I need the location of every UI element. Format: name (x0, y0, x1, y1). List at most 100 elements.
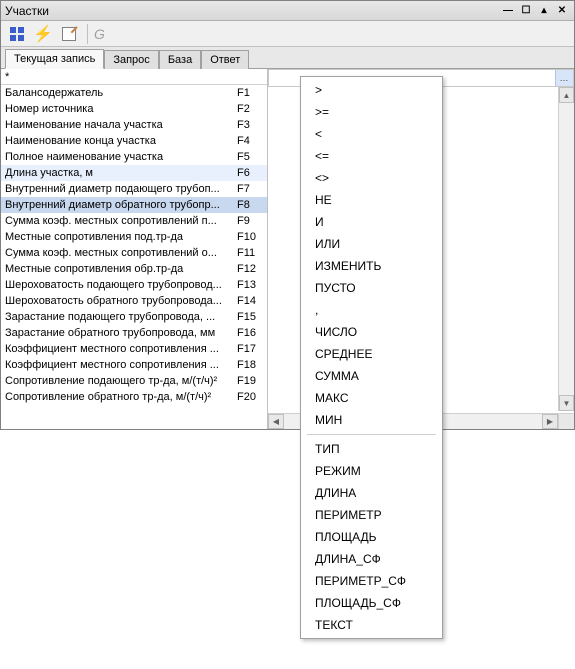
minimize-button[interactable]: — (500, 4, 516, 18)
menu-item[interactable]: НЕ (301, 189, 442, 211)
scroll-up-button[interactable]: ▲ (559, 87, 574, 103)
field-row[interactable]: Местные сопротивления обр.тр-даF12 (1, 261, 267, 277)
scroll-down-button[interactable]: ▼ (559, 395, 574, 411)
menu-item[interactable]: СРЕДНЕЕ (301, 343, 442, 365)
fields-header-row: * (1, 69, 267, 85)
menu-item[interactable]: МИН (301, 409, 442, 431)
edit-button[interactable] (57, 23, 81, 45)
lightning-icon: ⚡ (33, 24, 53, 44)
field-id: F13 (237, 277, 267, 293)
menu-item[interactable]: ТИП (301, 438, 442, 460)
field-name: Сумма коэф. местных сопротивлений п... (1, 213, 237, 229)
field-row[interactable]: Сопротивление обратного тр-да, м/(т/ч)²F… (1, 389, 267, 405)
operator-context-menu: >>=<<=<>НЕИИЛИИЗМЕНИТЬПУСТО,ЧИСЛОСРЕДНЕЕ… (300, 76, 443, 639)
ellipsis-button[interactable]: … (555, 70, 573, 86)
tab-base[interactable]: База (159, 50, 201, 69)
menu-item[interactable]: < (301, 123, 442, 145)
field-row[interactable]: Сопротивление подающего тр-да, м/(т/ч)²F… (1, 373, 267, 389)
field-id: F12 (237, 261, 267, 277)
field-row[interactable]: Коэффициент местного сопротивления ...F1… (1, 341, 267, 357)
field-name: Длина участка, м (1, 165, 237, 181)
menu-item[interactable]: ДЛИНА (301, 482, 442, 504)
field-name: Сопротивление обратного тр-да, м/(т/ч)² (1, 389, 237, 405)
field-row[interactable]: Шероховатость подающего трубопровод...F1… (1, 277, 267, 293)
tab-answer[interactable]: Ответ (201, 50, 249, 69)
field-row[interactable]: Местные сопротивления под.тр-даF10 (1, 229, 267, 245)
field-id: F10 (237, 229, 267, 245)
field-id: F9 (237, 213, 267, 229)
field-name: Шероховатость подающего трубопровод... (1, 277, 237, 293)
field-name: Наименование конца участка (1, 133, 237, 149)
menu-item[interactable]: ПУСТО (301, 277, 442, 299)
field-row[interactable]: Зарастание подающего трубопровода, ...F1… (1, 309, 267, 325)
field-id: F15 (237, 309, 267, 325)
field-row[interactable]: Полное наименование участкаF5 (1, 149, 267, 165)
menu-item[interactable]: <= (301, 145, 442, 167)
field-row[interactable]: Сумма коэф. местных сопротивлений о...F1… (1, 245, 267, 261)
menu-item[interactable]: , (301, 299, 442, 321)
field-id: F7 (237, 181, 267, 197)
menu-item[interactable]: ПЕРИМЕТР_СФ (301, 570, 442, 592)
field-row[interactable]: Наименование начала участкаF3 (1, 117, 267, 133)
field-name: Наименование начала участка (1, 117, 237, 133)
field-id: F17 (237, 341, 267, 357)
menu-item[interactable]: РЕЖИМ (301, 460, 442, 482)
field-name: Шероховатость обратного трубопровода... (1, 293, 237, 309)
field-id: F4 (237, 133, 267, 149)
field-name: Сумма коэф. местных сопротивлений о... (1, 245, 237, 261)
field-row[interactable]: Длина участка, мF6 (1, 165, 267, 181)
scroll-left-button[interactable]: ◀ (268, 414, 284, 429)
field-row[interactable]: Внутренний диаметр обратного трубопр...F… (1, 197, 267, 213)
close-button[interactable]: ✕ (554, 4, 570, 18)
restore-button[interactable]: ▴ (536, 4, 552, 18)
menu-item[interactable]: МАКС (301, 387, 442, 409)
window-controls: — ☐ ▴ ✕ (500, 4, 570, 18)
menu-item[interactable]: ИЛИ (301, 233, 442, 255)
menu-item[interactable]: ПЛОЩАДЬ (301, 526, 442, 548)
field-row[interactable]: Внутренний диаметр подающего трубоп...F7 (1, 181, 267, 197)
run-button[interactable]: ⚡ (31, 23, 55, 45)
field-id: F1 (237, 85, 267, 101)
field-row[interactable]: Сумма коэф. местных сопротивлений п...F9 (1, 213, 267, 229)
window: Участки — ☐ ▴ ✕ ⚡ G Текущая запись Запро… (0, 0, 575, 430)
field-row[interactable]: Коэффициент местного сопротивления ...F1… (1, 357, 267, 373)
tab-query[interactable]: Запрос (104, 50, 158, 69)
field-name: Балансодержатель (1, 85, 237, 101)
field-row[interactable]: Наименование конца участкаF4 (1, 133, 267, 149)
menu-item[interactable]: ТЕКСТ (301, 614, 442, 636)
field-row[interactable]: Номер источникаF2 (1, 101, 267, 117)
menu-item[interactable]: > (301, 79, 442, 101)
field-id: F20 (237, 389, 267, 405)
menu-item[interactable]: И (301, 211, 442, 233)
field-name: Зарастание подающего трубопровода, ... (1, 309, 237, 325)
toolbar-divider (87, 24, 88, 44)
field-id: F16 (237, 325, 267, 341)
menu-item[interactable]: <> (301, 167, 442, 189)
edit-icon (62, 27, 76, 41)
scroll-right-button[interactable]: ▶ (542, 414, 558, 429)
field-name: Зарастание обратного трубопровода, мм (1, 325, 237, 341)
grid-icon (10, 27, 24, 41)
menu-item[interactable]: ДЛИНА_СФ (301, 548, 442, 570)
grid-view-button[interactable] (5, 23, 29, 45)
scrollbar-corner (558, 413, 574, 429)
menu-item[interactable]: ЧИСЛО (301, 321, 442, 343)
maximize-button[interactable]: ☐ (518, 4, 534, 18)
ellipsis-icon: … (560, 73, 570, 83)
menu-item[interactable]: ПЛОЩАДЬ_СФ (301, 592, 442, 614)
field-row[interactable]: Зарастание обратного трубопровода, ммF16 (1, 325, 267, 341)
field-name: Коэффициент местного сопротивления ... (1, 341, 237, 357)
menu-item[interactable]: СУММА (301, 365, 442, 387)
vertical-scrollbar[interactable]: ▲ ▼ (558, 87, 574, 411)
field-id: F6 (237, 165, 267, 181)
menu-item[interactable]: ПЕРИМЕТР (301, 504, 442, 526)
field-row[interactable]: БалансодержательF1 (1, 85, 267, 101)
menu-item[interactable]: >= (301, 101, 442, 123)
menu-separator (307, 434, 436, 435)
field-row[interactable]: Шероховатость обратного трубопровода...F… (1, 293, 267, 309)
menu-item[interactable]: ИЗМЕНИТЬ (301, 255, 442, 277)
field-id: F5 (237, 149, 267, 165)
field-name: Коэффициент местного сопротивления ... (1, 357, 237, 373)
field-name: Местные сопротивления обр.тр-да (1, 261, 237, 277)
tab-current-record[interactable]: Текущая запись (5, 49, 104, 69)
